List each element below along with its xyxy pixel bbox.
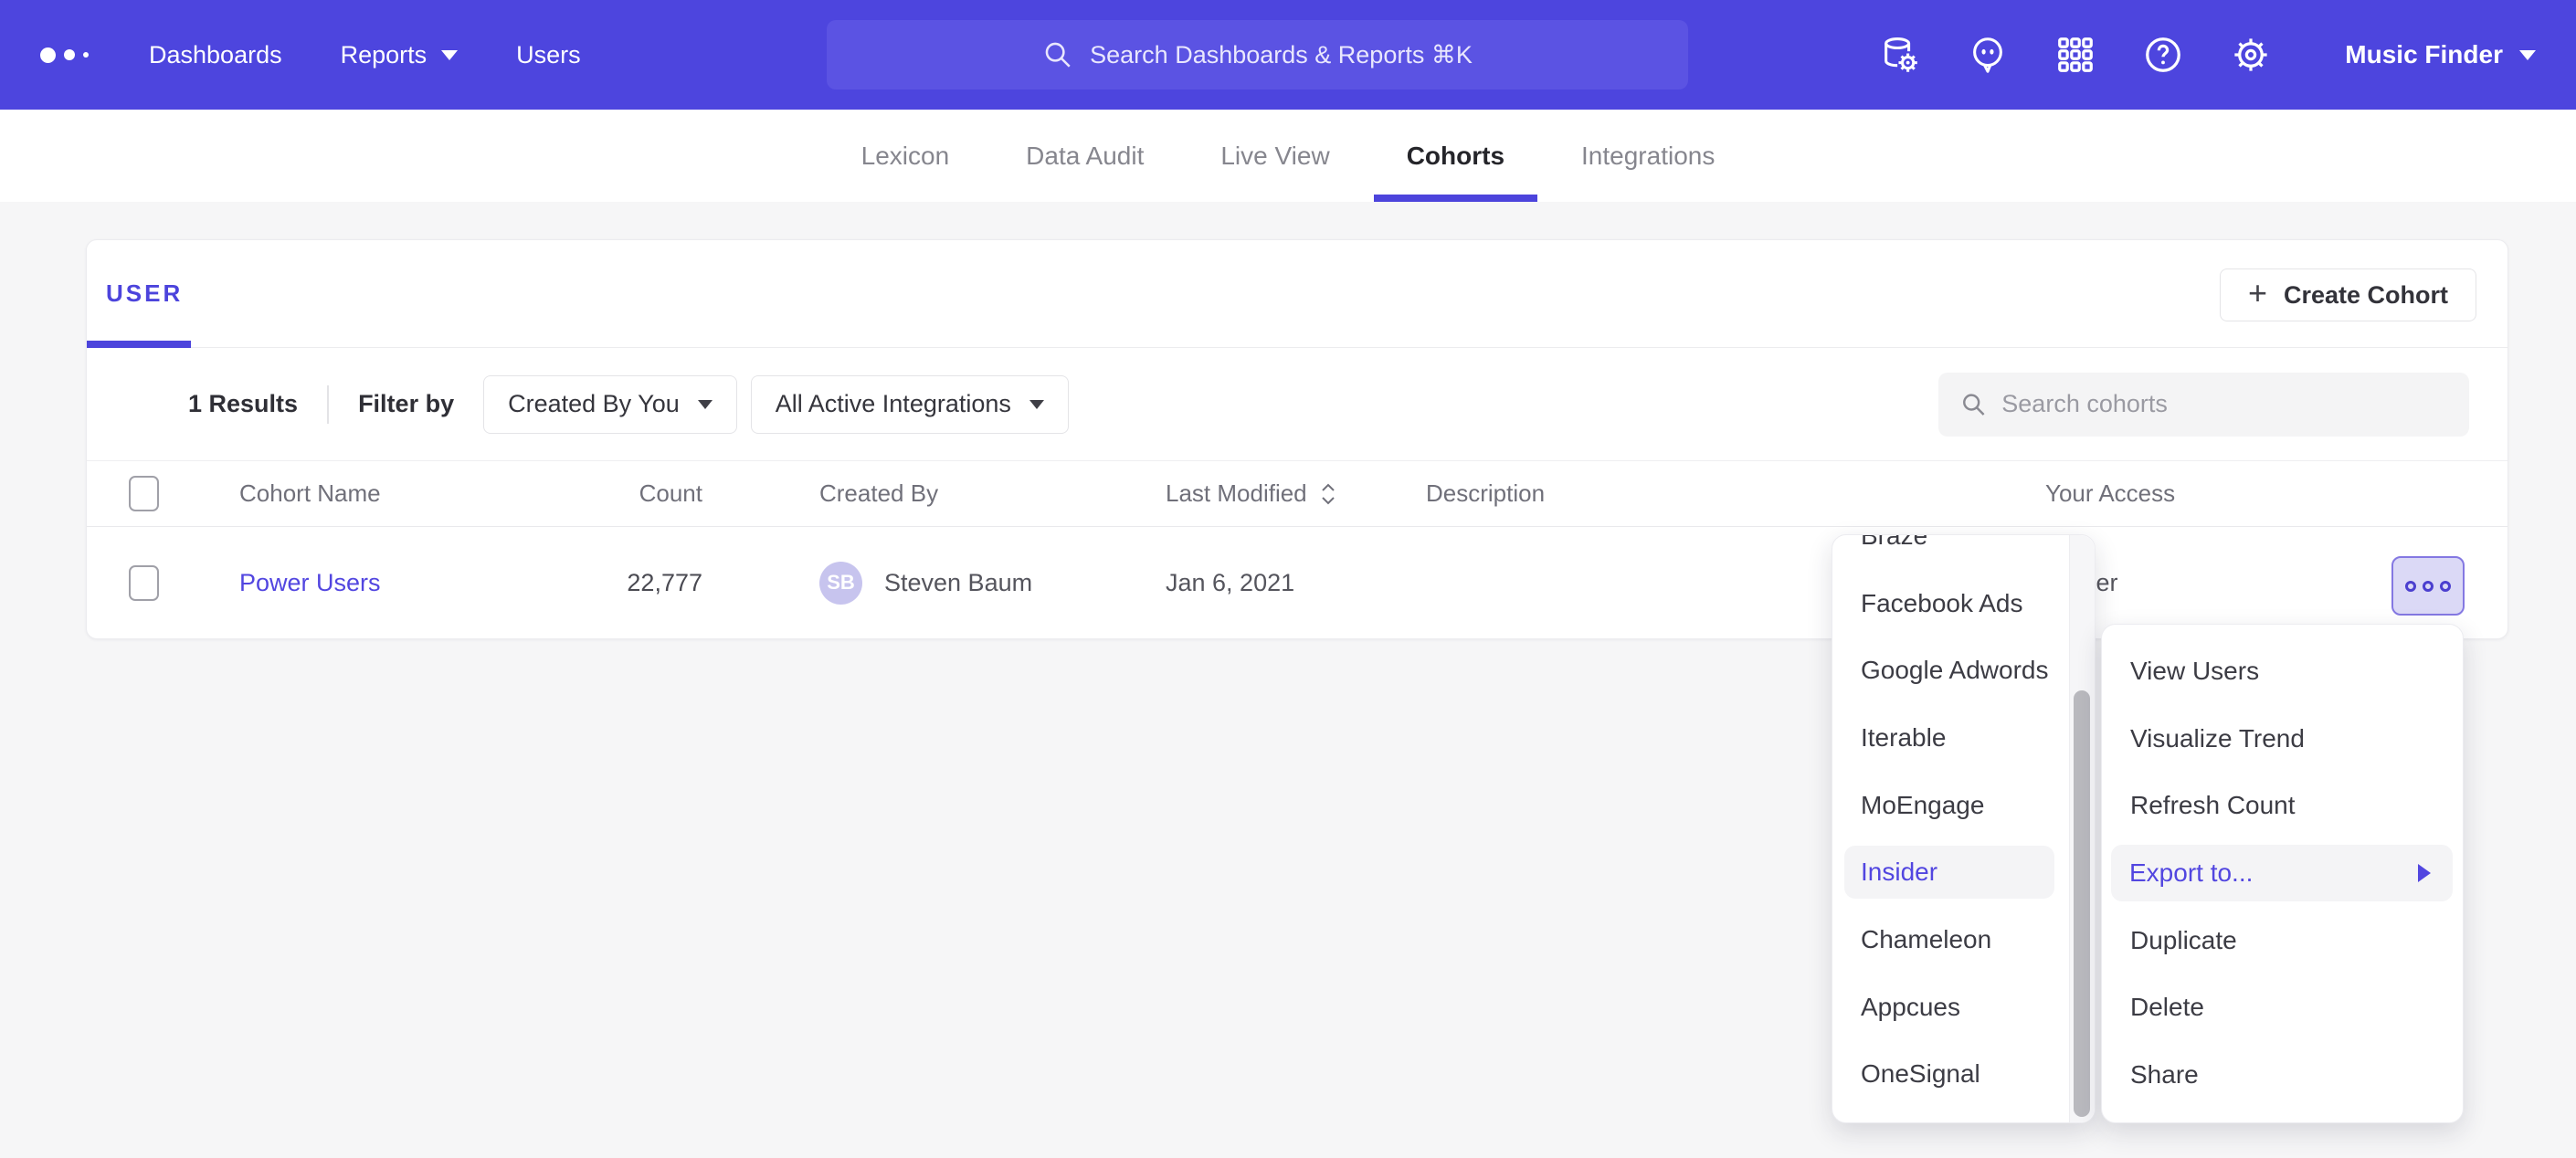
created-by-filter[interactable]: Created By You <box>483 375 737 434</box>
menu-item-insider[interactable]: Insider <box>1844 846 2054 899</box>
global-search-button[interactable]: Search Dashboards & Reports ⌘K <box>827 20 1688 89</box>
menu-item-moengage[interactable]: MoEngage <box>1832 772 2068 839</box>
column-count[interactable]: Count <box>498 461 702 526</box>
help-icon[interactable] <box>2142 34 2184 76</box>
logo-dot <box>40 47 56 63</box>
mixpanel-logo[interactable] <box>40 47 89 63</box>
menu-item-duplicate[interactable]: Duplicate <box>2102 907 2463 974</box>
submenu-scrollbar-track[interactable] <box>2069 535 2095 1122</box>
select-all-checkbox[interactable] <box>129 476 159 511</box>
project-name: Music Finder <box>2345 40 2503 69</box>
settings-icon[interactable] <box>2230 34 2272 76</box>
avatar: SB <box>819 562 862 605</box>
submenu-scrollbar-thumb[interactable] <box>2074 690 2090 1117</box>
dot-icon <box>2423 581 2433 592</box>
sort-icon <box>1318 480 1338 508</box>
app-root: Dashboards Reports Users Search Dashboar… <box>0 0 2576 1158</box>
chevron-down-icon <box>1029 400 1044 409</box>
export-destination-submenu: Braze Facebook Ads Google Adwords Iterab… <box>1832 534 2096 1123</box>
cohort-search-box <box>1938 373 2469 437</box>
menu-item-visualize-trend[interactable]: Visualize Trend <box>2102 705 2463 773</box>
cohort-type-tabs: USER + Create Cohort <box>87 240 2507 348</box>
column-your-access[interactable]: Your Access <box>2045 461 2175 526</box>
context-menu-list: View Users Visualize Trend Refresh Count… <box>2102 637 2463 1109</box>
divider <box>327 385 329 424</box>
tab-cohorts[interactable]: Cohorts <box>1368 110 1543 202</box>
cohort-last-modified: Jan 6, 2021 <box>1166 527 1294 638</box>
apps-grid-icon[interactable] <box>2054 34 2096 76</box>
menu-item-google-adwords[interactable]: Google Adwords <box>1832 637 2068 704</box>
filter-by-label: Filter by <box>358 390 454 418</box>
menu-item-braze[interactable]: Braze <box>1832 534 2068 570</box>
creator-name: Steven Baum <box>884 569 1032 597</box>
dot-icon <box>2405 581 2416 592</box>
menu-item-onesignal[interactable]: OneSignal <box>1832 1041 2068 1109</box>
cohort-context-menu: View Users Visualize Trend Refresh Count… <box>2101 624 2464 1123</box>
menu-item-export-to[interactable]: Export to... <box>2111 845 2453 901</box>
active-tab-underline <box>87 341 191 348</box>
tab-data-audit[interactable]: Data Audit <box>987 110 1182 202</box>
create-cohort-button[interactable]: + Create Cohort <box>2220 268 2476 321</box>
search-icon <box>1960 390 1987 419</box>
cohort-row: Power Users 22,777 SB Steven Baum Jan 6,… <box>87 526 2507 638</box>
cohort-search-input[interactable] <box>2001 390 2447 418</box>
column-cohort-name[interactable]: Cohort Name <box>239 461 381 526</box>
column-description[interactable]: Description <box>1426 461 1545 526</box>
cohort-count: 22,777 <box>498 527 702 638</box>
logo-dot <box>83 52 89 58</box>
submenu-arrow-icon <box>2418 864 2431 882</box>
menu-item-view-users[interactable]: View Users <box>2102 637 2463 705</box>
data-management-icon[interactable] <box>1879 34 1921 76</box>
nav-users[interactable]: Users <box>516 41 581 69</box>
menu-item-refresh-count[interactable]: Refresh Count <box>2102 772 2463 839</box>
cohort-name-link[interactable]: Power Users <box>239 569 381 597</box>
chevron-down-icon <box>441 50 458 60</box>
nav-reports[interactable]: Reports <box>341 41 459 69</box>
top-navigation-bar: Dashboards Reports Users Search Dashboar… <box>0 0 2576 110</box>
section-tabs: Lexicon Data Audit Live View Cohorts Int… <box>0 110 2576 202</box>
cohorts-card: USER + Create Cohort 1 Results Filter by… <box>86 239 2508 639</box>
dot-icon <box>2440 581 2451 592</box>
filter-toolbar: 1 Results Filter by Created By You All A… <box>87 348 2507 461</box>
nav-dashboards[interactable]: Dashboards <box>149 41 282 69</box>
search-icon <box>1042 39 1073 70</box>
chevron-down-icon <box>2519 50 2536 60</box>
row-checkbox[interactable] <box>129 565 159 601</box>
chevron-down-icon <box>698 400 713 409</box>
tab-user-cohorts[interactable]: USER <box>106 240 183 347</box>
menu-item-delete[interactable]: Delete <box>2102 974 2463 1041</box>
menu-item-appcues[interactable]: Appcues <box>1832 974 2068 1041</box>
plus-icon: + <box>2248 277 2267 310</box>
cohort-creator: SB Steven Baum <box>819 527 1032 638</box>
column-last-modified[interactable]: Last Modified <box>1166 461 1338 526</box>
row-more-actions-button[interactable] <box>2391 556 2465 616</box>
logo-dot <box>64 49 75 60</box>
tab-integrations[interactable]: Integrations <box>1543 110 1753 202</box>
feedback-icon[interactable] <box>1967 34 2009 76</box>
table-header: Cohort Name Count Created By Last Modifi… <box>87 461 2507 526</box>
tab-lexicon[interactable]: Lexicon <box>823 110 988 202</box>
menu-item-iterable[interactable]: Iterable <box>1832 704 2068 772</box>
tab-live-view[interactable]: Live View <box>1182 110 1367 202</box>
column-created-by[interactable]: Created By <box>819 461 938 526</box>
integrations-filter[interactable]: All Active Integrations <box>751 375 1069 434</box>
project-switcher[interactable]: Music Finder <box>2345 40 2536 69</box>
export-destination-list: Braze Facebook Ads Google Adwords Iterab… <box>1832 534 2095 1108</box>
primary-nav: Dashboards Reports Users <box>149 41 581 69</box>
menu-item-share[interactable]: Share <box>2102 1041 2463 1109</box>
menu-item-chameleon[interactable]: Chameleon <box>1832 906 2068 974</box>
global-search-placeholder: Search Dashboards & Reports ⌘K <box>1090 41 1473 69</box>
menu-item-facebook-ads[interactable]: Facebook Ads <box>1832 570 2068 637</box>
results-count: 1 Results <box>188 390 298 418</box>
topbar-actions: Music Finder <box>1879 34 2536 76</box>
